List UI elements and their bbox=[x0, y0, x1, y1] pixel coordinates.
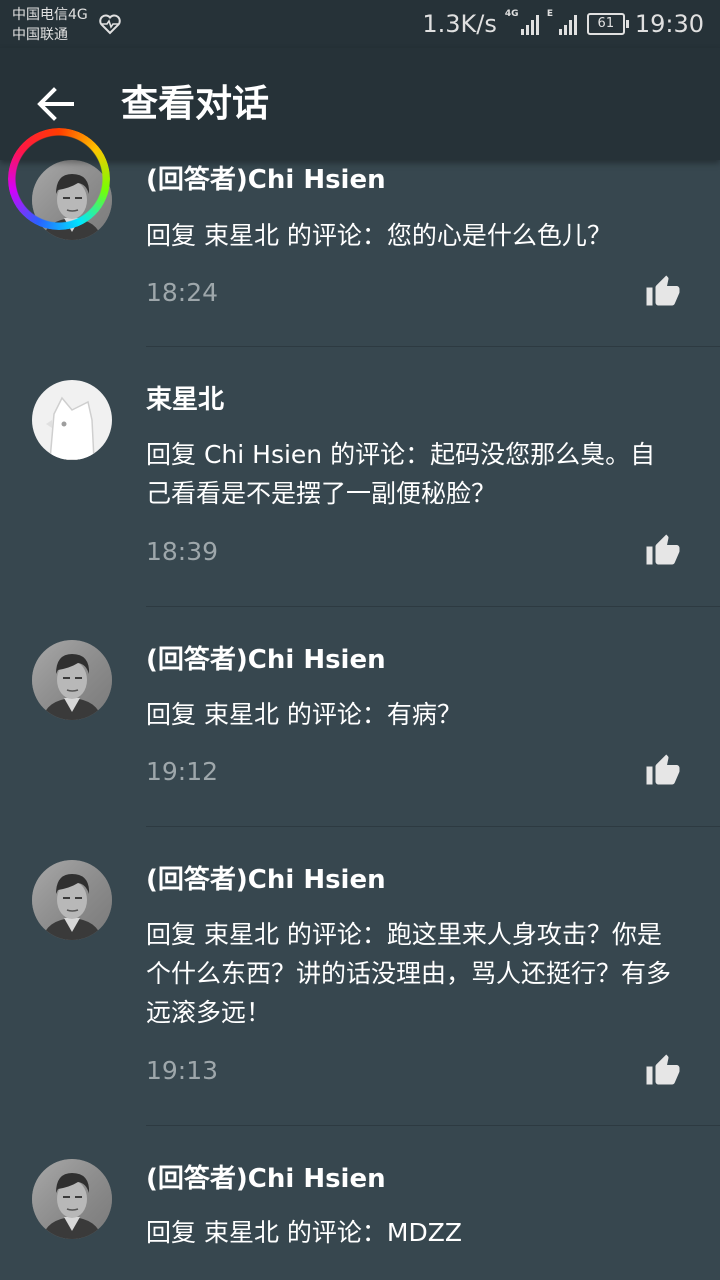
back-arrow-icon[interactable] bbox=[34, 84, 78, 124]
thumbs-up-icon[interactable] bbox=[645, 753, 681, 789]
comment-time: 18:24 bbox=[146, 278, 219, 307]
comment-text: 回复 束星北 的评论：跑这里来人身攻击？你是个什么东西？讲的话没理由，骂人还挺行… bbox=[146, 920, 672, 1027]
page-title: 查看对话 bbox=[121, 82, 269, 125]
comment-text: 回复 束星北 的评论：有病？ bbox=[146, 700, 462, 729]
divider bbox=[146, 1125, 720, 1126]
comment-author[interactable]: 束星北 bbox=[146, 382, 224, 418]
comment-text: 回复 Chi Hsien 的评论：起码没您那么臭。自己看看是不是摆了一副便秘脸？ bbox=[146, 440, 656, 508]
thumbs-up-icon[interactable] bbox=[645, 274, 681, 310]
comment-author[interactable]: (回答者)Chi Hsien bbox=[146, 642, 386, 678]
avatar[interactable] bbox=[32, 640, 112, 720]
divider bbox=[146, 826, 720, 827]
thumbs-up-icon[interactable] bbox=[645, 533, 681, 569]
comment-text: 回复 束星北 的评论：MDZZ bbox=[146, 1218, 462, 1247]
comment-time: 19:13 bbox=[146, 1056, 219, 1085]
comment-author[interactable]: (回答者)Chi Hsien bbox=[146, 862, 386, 898]
avatar[interactable] bbox=[32, 380, 112, 460]
divider bbox=[146, 346, 720, 347]
comment-time: 19:12 bbox=[146, 757, 219, 786]
divider bbox=[146, 606, 720, 607]
avatar[interactable] bbox=[32, 1159, 112, 1239]
avatar[interactable] bbox=[32, 860, 112, 940]
comment-time: 18:39 bbox=[146, 537, 219, 566]
comment-text: 回复 束星北 的评论：您的心是什么色儿？ bbox=[146, 221, 612, 250]
comment-author[interactable]: (回答者)Chi Hsien bbox=[146, 162, 386, 198]
comment-author[interactable]: (回答者)Chi Hsien bbox=[146, 1161, 386, 1197]
app-bar: 查看对话 bbox=[0, 48, 720, 160]
thumbs-up-icon[interactable] bbox=[645, 1053, 681, 1089]
floating-ring-icon[interactable] bbox=[8, 128, 110, 230]
